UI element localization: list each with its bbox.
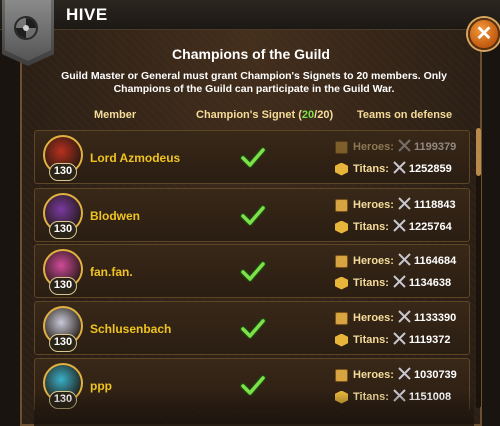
titans-line: Titans: 1151008 <box>335 389 451 405</box>
panel-title: Champions of the Guild <box>172 46 330 62</box>
crossed-swords-icon <box>393 332 409 348</box>
member-level: 130 <box>49 334 77 352</box>
crossed-swords-icon <box>398 139 414 155</box>
hero-team-icon <box>335 140 348 154</box>
hero-team-icon <box>335 254 348 268</box>
heroes-line: Heroes: 1164684 <box>335 253 456 269</box>
checkmark-icon[interactable] <box>240 318 266 340</box>
signet-total: /20) <box>314 109 334 121</box>
titans-label: Titans: <box>353 277 389 289</box>
member-level: 130 <box>49 391 77 409</box>
guild-emblem-icon <box>14 16 38 40</box>
titan-team-icon <box>335 276 348 290</box>
member-row[interactable]: 130 ppp Heroes: 1030739 Titans: 1151008 <box>34 358 470 410</box>
member-name[interactable]: ppp <box>90 379 112 393</box>
heroes-label: Heroes: <box>353 312 394 324</box>
titans-power: 1252859 <box>408 163 452 175</box>
titans-power: 1134638 <box>408 277 452 289</box>
crossed-swords-icon <box>398 197 414 213</box>
member-name[interactable]: Schlusenbach <box>90 322 171 336</box>
member-row[interactable]: 130 fan.fan. Heroes: 1164684 Titans: 113… <box>34 244 470 298</box>
member-list[interactable]: 130 Lord Azmodeus Heroes: 1199379 Titans… <box>34 128 474 410</box>
crossed-swords-icon <box>398 367 414 383</box>
member-name[interactable]: fan.fan. <box>90 265 133 279</box>
checkmark-icon[interactable] <box>240 205 266 227</box>
close-button[interactable]: ✕ <box>468 18 500 50</box>
crossed-swords-icon <box>393 275 409 291</box>
titans-line: Titans: 1134638 <box>335 275 451 291</box>
scrollbar-thumb[interactable] <box>476 128 481 176</box>
member-row[interactable]: 130 Schlusenbach Heroes: 1133390 Titans:… <box>34 301 470 355</box>
heroes-power: 1118843 <box>413 199 456 211</box>
titans-line: Titans: 1252859 <box>335 161 452 177</box>
column-teams: Teams on defense <box>357 109 453 121</box>
crossed-swords-icon <box>393 161 409 177</box>
crossed-swords-icon <box>393 219 409 235</box>
heroes-label: Heroes: <box>353 369 394 381</box>
titans-power: 1119372 <box>408 334 451 346</box>
checkmark-icon[interactable] <box>240 147 266 169</box>
titans-power: 1225764 <box>408 221 452 233</box>
heroes-line: Heroes: 1199379 <box>335 139 456 155</box>
crossed-swords-icon <box>398 310 414 326</box>
crossed-swords-icon <box>393 389 409 405</box>
titans-label: Titans: <box>353 391 389 403</box>
crossed-swords-icon <box>398 253 414 269</box>
heroes-label: Heroes: <box>353 141 394 153</box>
column-signet: Champion's Signet (20/20) <box>196 109 333 121</box>
heroes-power: 1164684 <box>413 255 457 267</box>
top-bar: HIVE <box>0 0 500 30</box>
member-level: 130 <box>49 277 77 295</box>
hero-team-icon <box>335 198 348 212</box>
titans-label: Titans: <box>353 163 389 175</box>
heroes-power: 1199379 <box>413 141 457 153</box>
heroes-line: Heroes: 1133390 <box>335 310 456 326</box>
member-name[interactable]: Lord Azmodeus <box>90 151 180 165</box>
titans-line: Titans: 1119372 <box>335 332 450 348</box>
member-name[interactable]: Blodwen <box>90 209 140 223</box>
heroes-power: 1133390 <box>413 312 457 324</box>
member-row[interactable]: 130 Lord Azmodeus Heroes: 1199379 Titans… <box>34 130 470 184</box>
titan-team-icon <box>335 220 348 234</box>
signet-count: 20 <box>301 109 315 121</box>
heroes-line: Heroes: 1030739 <box>335 367 457 383</box>
titans-label: Titans: <box>353 221 389 233</box>
scrollbar[interactable] <box>476 128 481 408</box>
heroes-line: Heroes: 1118843 <box>335 197 456 213</box>
member-level: 130 <box>49 221 77 239</box>
titan-team-icon <box>335 333 348 347</box>
heroes-label: Heroes: <box>353 255 394 267</box>
heroes-label: Heroes: <box>353 199 394 211</box>
panel-description: Guild Master or General must grant Champ… <box>61 70 447 95</box>
titans-line: Titans: 1225764 <box>335 219 452 235</box>
hero-team-icon <box>335 368 348 382</box>
checkmark-icon[interactable] <box>240 261 266 283</box>
titans-power: 1151008 <box>408 391 452 403</box>
heroes-power: 1030739 <box>413 369 457 381</box>
checkmark-icon[interactable] <box>240 375 266 397</box>
titan-team-icon <box>335 162 348 176</box>
titans-label: Titans: <box>353 334 389 346</box>
member-row[interactable]: 130 Blodwen Heroes: 1118843 Titans: 1225… <box>34 188 470 242</box>
column-member: Member <box>94 109 137 121</box>
guild-name: HIVE <box>66 5 108 24</box>
signet-label: Champion's Signet <box>196 109 296 121</box>
hero-team-icon <box>335 311 348 325</box>
close-icon: ✕ <box>475 23 493 45</box>
member-level: 130 <box>49 163 77 181</box>
titan-team-icon <box>335 390 348 404</box>
